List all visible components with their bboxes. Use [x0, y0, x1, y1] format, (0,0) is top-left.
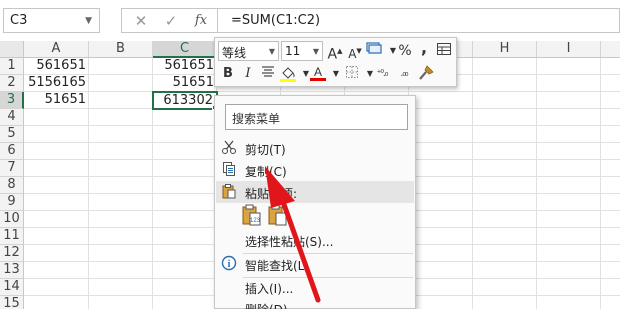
- enter-icon[interactable]: ✓: [160, 12, 182, 30]
- menu-item-delete[interactable]: 删除(D)...: [216, 297, 414, 309]
- menu-item-label: 复制(C): [245, 165, 287, 179]
- cell-c3-active[interactable]: 613302: [152, 91, 218, 110]
- search-menu-placeholder: 搜索菜单: [232, 112, 281, 126]
- menu-item-label: 剪切(T): [245, 143, 286, 157]
- font-color-icon[interactable]: A: [308, 64, 328, 84]
- paste-values-option-icon[interactable]: 123: [241, 204, 263, 228]
- accounting-format-icon[interactable]: [365, 41, 385, 61]
- menu-item-cut[interactable]: 剪切(T): [216, 137, 414, 159]
- paste-keep-format-option-icon[interactable]: [267, 204, 289, 228]
- row-header-1[interactable]: 1: [0, 58, 24, 75]
- borders-icon[interactable]: [342, 64, 362, 84]
- menu-item-label: 粘贴选项:: [245, 187, 298, 201]
- italic-icon[interactable]: I: [238, 64, 258, 84]
- select-all-corner[interactable]: [0, 41, 24, 58]
- row-header-4[interactable]: 4: [0, 109, 24, 126]
- smart-lookup-icon: i: [220, 255, 238, 273]
- cell-a1[interactable]: 561651: [24, 58, 89, 75]
- row-header-6[interactable]: 6: [0, 143, 24, 160]
- search-menu-input[interactable]: 搜索菜单: [225, 104, 408, 130]
- column-header-i[interactable]: I: [537, 41, 601, 58]
- font-size-select[interactable]: 11 ▼: [281, 41, 323, 61]
- row-header-15[interactable]: 15: [0, 296, 24, 309]
- row-header-2[interactable]: 2: [0, 75, 24, 92]
- font-name-select[interactable]: 等线 ▼: [218, 41, 279, 61]
- menu-item-paste-special[interactable]: 选择性粘贴(S)...: [216, 229, 414, 251]
- font-size-value: 11: [285, 44, 301, 58]
- grow-font-icon[interactable]: A▲: [325, 41, 345, 63]
- context-menu: 搜索菜单 剪切(T) 复制(C) 粘贴选项: 123 选择性粘贴(S)... i…: [214, 95, 416, 309]
- cell-a2[interactable]: 5156165: [24, 75, 89, 92]
- formula-text: =SUM(C1:C2): [231, 13, 321, 28]
- formula-bar: C3 ▼ ✕ ✓ fx =SUM(C1:C2): [0, 0, 620, 41]
- chevron-down-icon: ▼: [312, 47, 319, 56]
- row-header-8[interactable]: 8: [0, 177, 24, 194]
- percent-style-icon[interactable]: %: [395, 41, 415, 61]
- row-header-3[interactable]: 3: [0, 92, 24, 109]
- scissors-icon: [220, 139, 238, 157]
- mini-toolbar: 等线 ▼ 11 ▼ A▲ A▼ ▼ % , B I ▼ A ▼ ▼ ⁺⁰.₀ .…: [214, 37, 457, 87]
- format-painter-icon[interactable]: [416, 64, 436, 84]
- row-header-10[interactable]: 10: [0, 211, 24, 228]
- column-header-b[interactable]: B: [89, 41, 153, 58]
- row-header-13[interactable]: 13: [0, 262, 24, 279]
- name-box-value: C3: [10, 13, 28, 28]
- align-center-icon[interactable]: [258, 64, 278, 84]
- menu-item-smart-lookup[interactable]: i 智能查找(L): [216, 253, 414, 275]
- cell-c2[interactable]: 51651: [153, 75, 217, 92]
- increase-decimal-icon[interactable]: ⁺⁰.₀: [372, 64, 392, 84]
- menu-item-label: 选择性粘贴(S)...: [245, 235, 334, 249]
- comma-style-icon[interactable]: ,: [414, 38, 434, 58]
- formula-buttons: ✕ ✓ fx: [121, 8, 217, 33]
- decrease-decimal-icon[interactable]: .₀₀: [394, 64, 414, 84]
- row-header-9[interactable]: 9: [0, 194, 24, 211]
- column-header-a[interactable]: A: [24, 41, 89, 58]
- menu-item-label: 插入(I)...: [245, 282, 294, 296]
- row-header-7[interactable]: 7: [0, 160, 24, 177]
- row-header-11[interactable]: 11: [0, 228, 24, 245]
- font-color-letter: A: [314, 65, 322, 79]
- shrink-font-icon[interactable]: A▼: [345, 41, 365, 61]
- menu-item-insert[interactable]: 插入(I)...: [216, 276, 414, 298]
- cell-a3[interactable]: 51651: [24, 92, 89, 109]
- cancel-icon[interactable]: ✕: [130, 12, 152, 30]
- chevron-down-icon: ▼: [268, 47, 275, 56]
- font-name-value: 等线: [222, 46, 247, 60]
- row-header-12[interactable]: 12: [0, 245, 24, 262]
- chevron-down-icon[interactable]: ▼: [85, 16, 92, 26]
- menu-item-copy[interactable]: 复制(C): [216, 159, 414, 181]
- svg-text:123: 123: [250, 218, 261, 224]
- row-header-14[interactable]: 14: [0, 279, 24, 296]
- paste-icon: [220, 183, 238, 201]
- column-header-c[interactable]: C: [153, 41, 217, 58]
- name-box[interactable]: C3 ▼: [3, 8, 100, 33]
- fill-color-icon[interactable]: [278, 64, 298, 84]
- formula-input[interactable]: =SUM(C1:C2): [217, 8, 620, 33]
- menu-item-label: 删除(D)...: [245, 301, 299, 309]
- row-header-5[interactable]: 5: [0, 126, 24, 143]
- column-header-j[interactable]: [601, 41, 620, 58]
- menu-item-paste-options[interactable]: 粘贴选项:: [216, 181, 414, 203]
- menu-item-label: 智能查找(L): [245, 259, 310, 273]
- copy-icon: [220, 161, 238, 179]
- column-header-h[interactable]: H: [473, 41, 537, 58]
- insert-function-icon[interactable]: fx: [190, 12, 212, 30]
- svg-text:i: i: [228, 259, 231, 270]
- cell-c1[interactable]: 561651: [153, 58, 217, 75]
- format-table-icon[interactable]: [434, 41, 454, 61]
- bold-icon[interactable]: B: [218, 64, 238, 84]
